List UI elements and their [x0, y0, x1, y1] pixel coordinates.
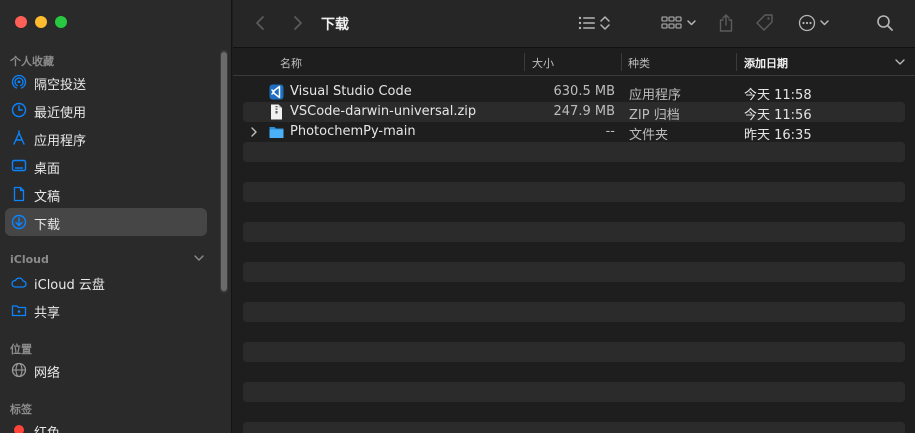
sidebar-item-network[interactable]: 网络	[5, 356, 207, 384]
empty-row	[243, 342, 905, 362]
sidebar-item-label: 最近使用	[34, 106, 87, 121]
disclosure-triangle-icon[interactable]	[249, 125, 259, 139]
file-date-added: 昨天 16:35	[744, 128, 812, 143]
shared-folder-icon	[11, 305, 27, 317]
forward-button[interactable]	[287, 10, 307, 36]
sidebar-item-tag-red[interactable]: 红色	[5, 416, 207, 433]
column-header-row: 名称 大小 种类 添加日期	[233, 49, 915, 76]
sidebar-item-label: 红色	[34, 422, 60, 433]
clock-icon	[11, 102, 27, 118]
file-row[interactable]: PhotochemPy-main -- 文件夹 昨天 16:35	[243, 122, 905, 143]
sidebar-scrollbar-thumb[interactable]	[221, 52, 227, 291]
red-tag-dot-icon	[14, 425, 24, 433]
share-button[interactable]	[715, 10, 737, 36]
sort-descending-chevron-icon[interactable]	[895, 58, 905, 66]
group-button[interactable]	[659, 10, 699, 36]
zip-file-icon	[271, 104, 282, 120]
network-icon	[11, 362, 27, 378]
file-name: PhotochemPy-main	[290, 124, 416, 139]
empty-row	[243, 302, 905, 322]
favorites-header: 个人收藏	[10, 55, 54, 68]
cloud-icon	[11, 277, 27, 288]
view-options-button[interactable]	[576, 10, 616, 36]
tag-button[interactable]	[753, 10, 777, 36]
sidebar-item-applications[interactable]: 应用程序	[5, 124, 207, 152]
back-button[interactable]	[251, 10, 271, 36]
more-actions-button[interactable]	[796, 10, 832, 36]
sidebar-item-label: 共享	[34, 306, 61, 321]
finder-window: 个人收藏 隔空投送 最近使用 应用程序 桌面 文稿 下载 iCloud iClo…	[0, 0, 915, 433]
share-icon	[719, 14, 733, 32]
sidebar-item-airdrop[interactable]: 隔空投送	[5, 68, 207, 96]
sidebar: 个人收藏 隔空投送 最近使用 应用程序 桌面 文稿 下载 iCloud iClo…	[0, 0, 232, 433]
chevron-left-icon	[256, 16, 264, 30]
toolbar: 下载	[233, 0, 915, 48]
sidebar-item-documents[interactable]: 文稿	[5, 180, 207, 208]
minimize-window-button[interactable]	[35, 16, 47, 28]
file-kind: 文件夹	[629, 128, 669, 143]
column-divider[interactable]	[524, 53, 525, 71]
empty-row	[243, 142, 905, 162]
file-kind: ZIP 归档	[629, 108, 680, 123]
file-size: 247.9 MB	[553, 104, 615, 119]
column-divider[interactable]	[736, 53, 737, 71]
airdrop-icon	[11, 74, 27, 90]
sidebar-item-downloads[interactable]: 下载	[5, 208, 207, 236]
desktop-icon	[11, 159, 27, 172]
close-window-button[interactable]	[15, 16, 27, 28]
empty-row	[243, 182, 905, 202]
column-header-size[interactable]: 大小	[532, 55, 554, 71]
file-kind: 应用程序	[629, 88, 682, 103]
sidebar-item-label: 应用程序	[34, 134, 87, 149]
empty-row	[243, 422, 905, 433]
empty-row	[243, 262, 905, 282]
column-header-name[interactable]: 名称	[280, 55, 302, 71]
main-pane: 下载 名称 大小 种类 添加日期 Visual Studio Code 630.…	[233, 0, 915, 433]
sidebar-item-label: 文稿	[34, 190, 61, 205]
column-header-kind[interactable]: 种类	[628, 55, 650, 71]
tags-header: 标签	[10, 403, 32, 416]
chevron-right-icon	[294, 16, 302, 30]
file-date-added: 今天 11:58	[744, 88, 812, 103]
sidebar-item-label: iCloud 云盘	[34, 278, 105, 293]
search-button[interactable]	[874, 10, 896, 36]
document-icon	[13, 186, 25, 202]
sidebar-item-label: 下载	[34, 218, 61, 233]
column-header-date-added[interactable]: 添加日期	[744, 55, 788, 71]
sidebar-item-label: 网络	[34, 366, 61, 381]
ellipsis-circle-icon	[798, 14, 829, 32]
file-size: --	[605, 124, 615, 139]
sidebar-item-recents[interactable]: 最近使用	[5, 96, 207, 124]
download-icon	[11, 214, 27, 230]
file-row[interactable]: Visual Studio Code 630.5 MB 应用程序 今天 11:5…	[243, 82, 905, 103]
tag-icon	[756, 14, 773, 31]
file-size: 630.5 MB	[553, 84, 615, 99]
empty-row	[243, 382, 905, 402]
file-name: Visual Studio Code	[290, 84, 412, 99]
file-name: VSCode-darwin-universal.zip	[290, 104, 477, 119]
sidebar-item-shared[interactable]: 共享	[5, 296, 207, 324]
vscode-app-icon	[269, 84, 284, 100]
file-date-added: 今天 11:56	[744, 108, 812, 123]
folder-icon	[269, 127, 284, 138]
search-icon	[877, 15, 893, 31]
file-row[interactable]: VSCode-darwin-universal.zip 247.9 MB ZIP…	[243, 102, 905, 123]
chevron-down-icon[interactable]	[193, 252, 205, 264]
sidebar-item-label: 桌面	[34, 162, 61, 177]
column-divider[interactable]	[621, 53, 622, 71]
grid-group-icon	[661, 16, 696, 29]
empty-row	[243, 222, 905, 242]
zoom-window-button[interactable]	[55, 16, 67, 28]
sidebar-item-label: 隔空投送	[34, 78, 87, 93]
applications-icon	[13, 130, 25, 145]
list-view-icon	[578, 16, 610, 30]
window-title: 下载	[321, 17, 349, 33]
sidebar-item-desktop[interactable]: 桌面	[5, 152, 207, 180]
icloud-header: iCloud	[10, 253, 49, 266]
sidebar-item-icloud-drive[interactable]: iCloud 云盘	[5, 268, 207, 296]
locations-header: 位置	[10, 343, 32, 356]
